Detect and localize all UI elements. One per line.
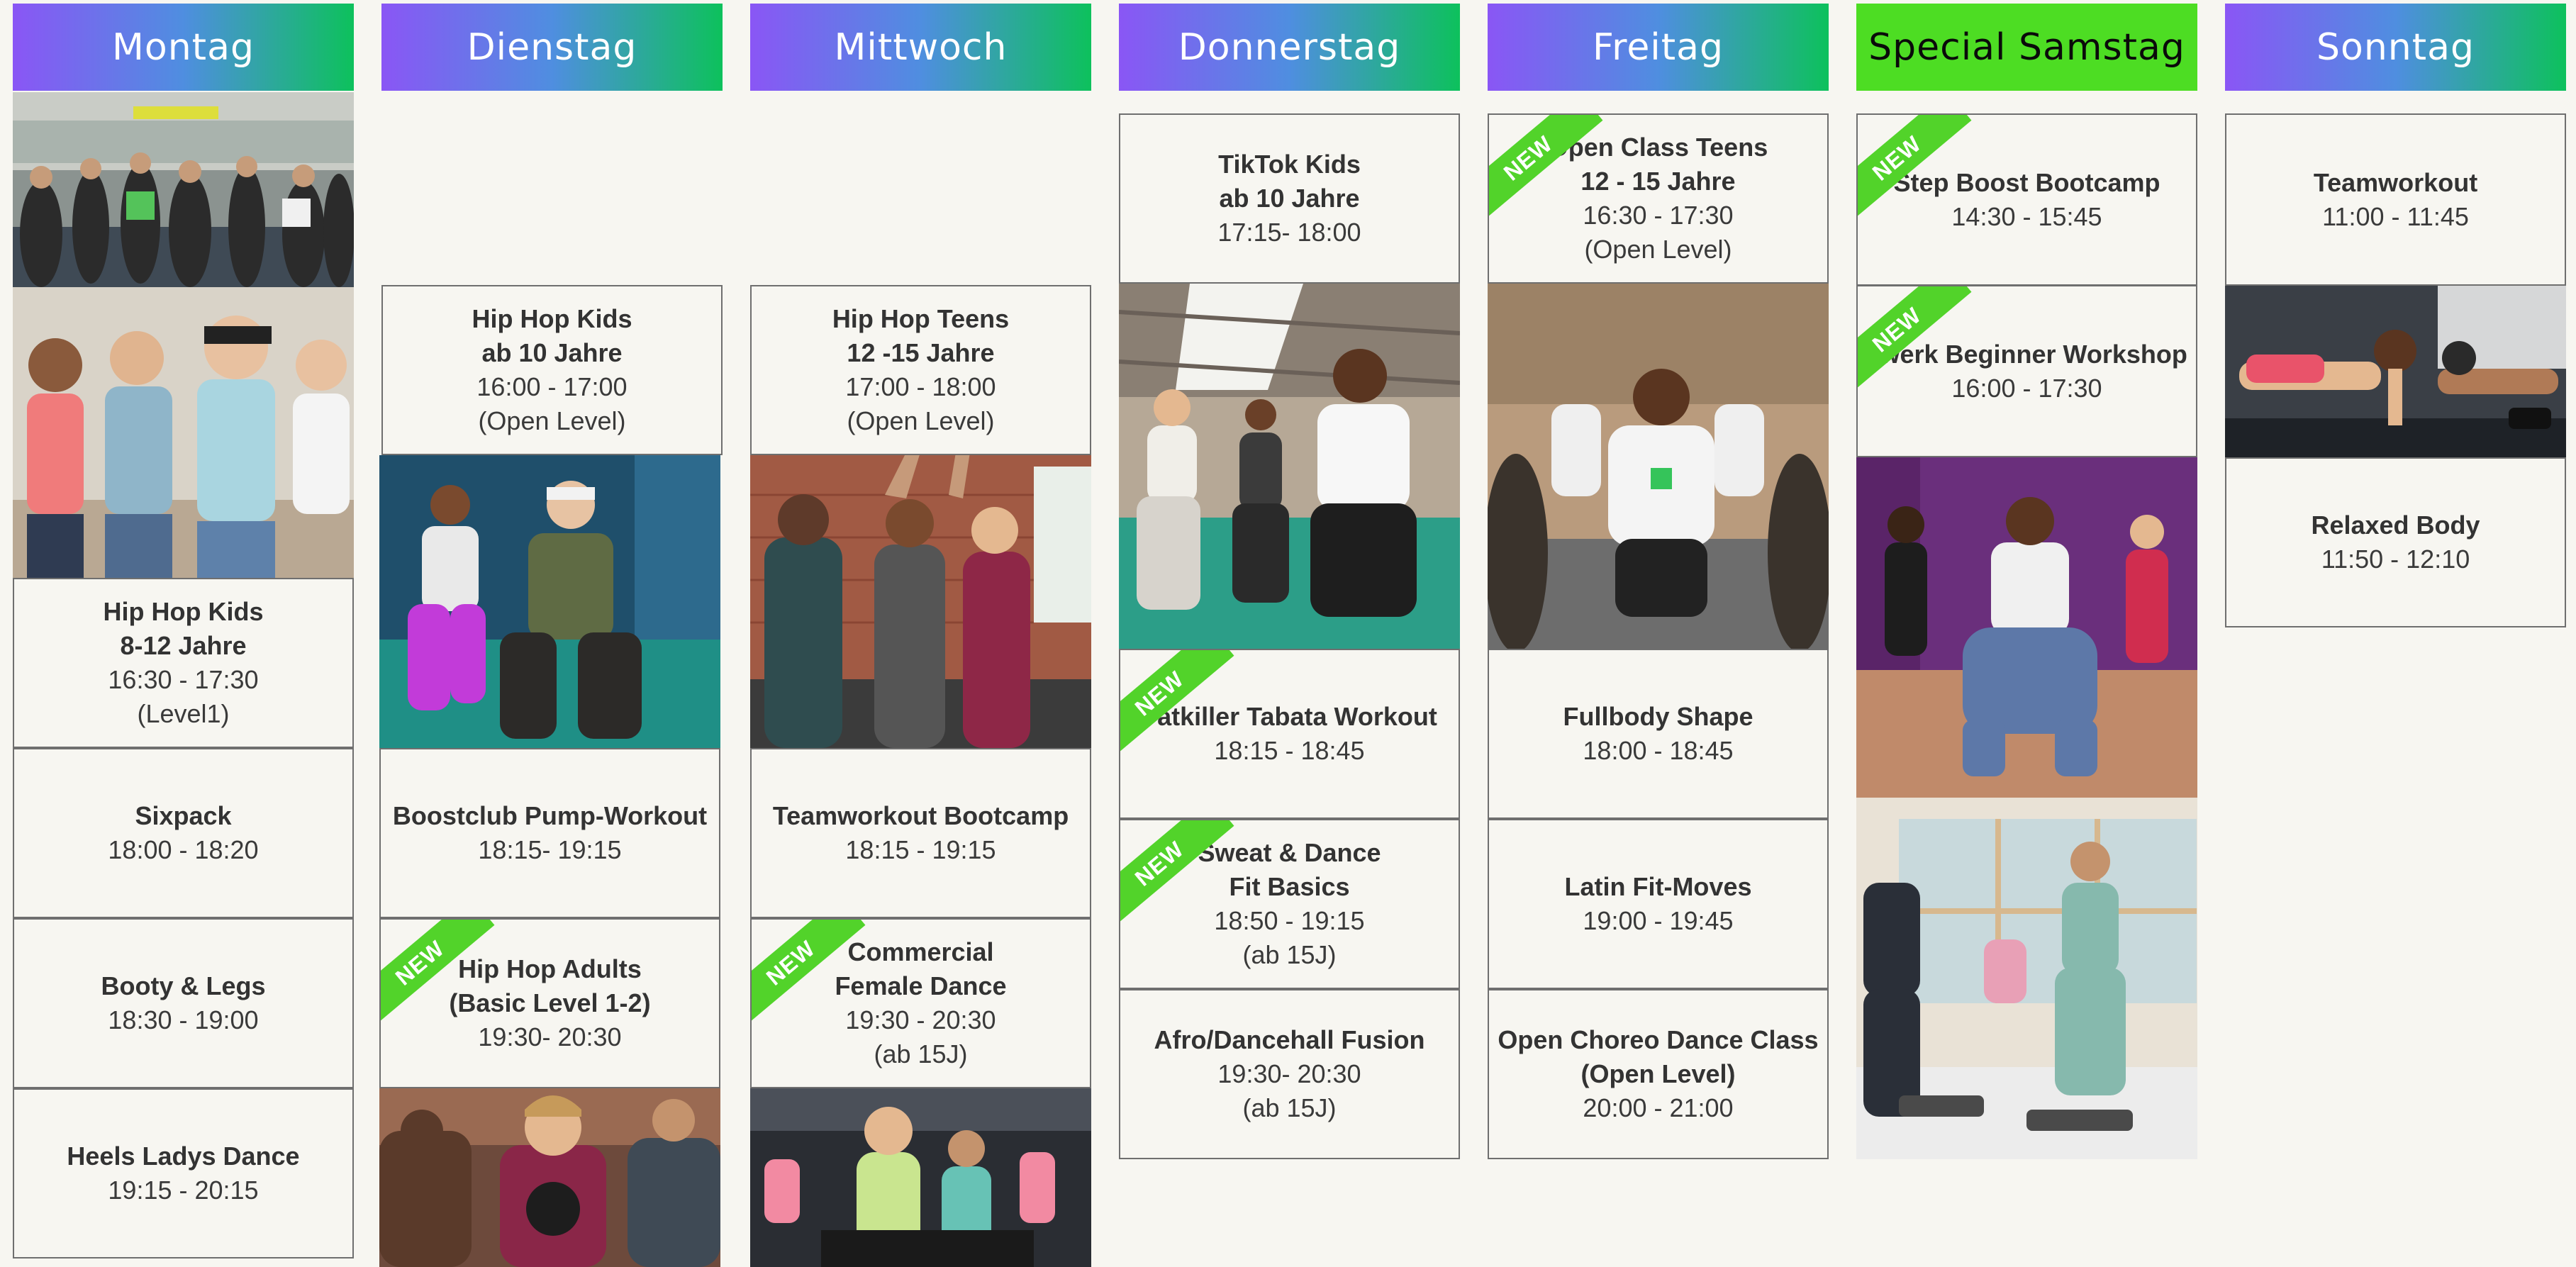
kids-photo [13,287,354,578]
class-card[interactable]: Booty & Legs 18:30 - 19:00 [13,918,354,1088]
class-time: 19:15 - 20:15 [108,1176,259,1205]
new-badge: NEW [1489,115,1622,248]
class-level: (ab 15J) [1242,940,1337,969]
class-card[interactable]: Hip Hop Teens 12 -15 Jahre 17:00 - 18:00… [750,285,1091,455]
class-time: 11:00 - 11:45 [2322,201,2469,231]
class-name: Hip Hop Kids [472,304,632,333]
class-card[interactable]: TikTok Kids ab 10 Jahre 17:15- 18:00 [1119,113,1460,284]
class-level: (ab 15J) [1242,1093,1337,1122]
class-name: Hip Hop Kids [103,597,264,626]
class-level: (ab 15J) [874,1039,968,1068]
day-header-tuesday: Dienstag [381,4,723,91]
class-card[interactable]: Latin Fit-Moves 19:00 - 19:45 [1488,819,1829,989]
class-card[interactable]: NEW Fatkiller Tabata Workout 18:15 - 18:… [1119,649,1460,819]
class-name: Booty & Legs [101,971,266,1000]
class-detail: (Open Level) [1580,1059,1736,1088]
step-workout-photo [1856,798,2197,1159]
class-level: (Open Level) [847,406,995,435]
class-detail: 8-12 Jahre [120,631,247,660]
dance-class-photo [13,92,354,287]
class-time: 20:00 - 21:00 [1583,1093,1734,1122]
class-card[interactable]: NEW Open Class Teens 12 - 15 Jahre 16:30… [1488,113,1829,284]
day-header-saturday: Special Samstag [1856,4,2197,91]
new-badge: NEW [1120,650,1254,783]
class-name: Hip Hop Teens [832,304,1010,333]
kettlebell-photo [379,1088,720,1267]
class-time: 16:30 - 17:30 [108,665,259,694]
day-header-sunday: Sonntag [2225,4,2566,91]
class-name: Fullbody Shape [1563,702,1753,731]
class-time: 18:00 - 18:20 [108,835,259,864]
class-name: Boostclub Pump-Workout [392,801,708,830]
class-time: 19:30- 20:30 [1217,1059,1361,1088]
class-card[interactable]: NEW Commercial Female Dance 19:30 - 20:3… [750,918,1091,1088]
day-header-friday: Freitag [1488,4,1829,91]
class-detail: ab 10 Jahre [481,338,623,367]
class-name: Sixpack [135,801,232,830]
class-card[interactable]: Relaxed Body 11:50 - 12:10 [2225,457,2566,627]
class-card[interactable]: Teamworkout Bootcamp 18:15 - 19:15 [750,748,1091,918]
class-card[interactable]: Heels Ladys Dance 19:15 - 20:15 [13,1088,354,1258]
class-time: 11:50 - 12:10 [2321,545,2470,574]
class-name: Latin Fit-Moves [1564,872,1752,901]
class-time: 18:15- 19:15 [478,835,622,864]
class-name: TikTok Kids [1218,150,1361,179]
class-card[interactable]: NEW Hip Hop Adults (Basic Level 1-2) 19:… [379,918,720,1088]
class-detail: ab 10 Jahre [1219,184,1360,213]
new-badge: NEW [752,920,885,1053]
class-time: 18:15 - 19:15 [845,835,996,864]
class-name: Teamworkout Bootcamp [772,801,1069,830]
class-name: Afro/Dancehall Fusion [1154,1025,1425,1054]
class-detail: 12 -15 Jahre [847,338,995,367]
class-time: 16:00 - 17:00 [476,372,628,401]
class-card[interactable]: NEW Twerk Beginner Workshop 16:00 - 17:3… [1856,285,2197,457]
class-card[interactable]: Fullbody Shape 18:00 - 18:45 [1488,649,1829,819]
new-badge: NEW [1120,820,1254,954]
class-name: Heels Ladys Dance [67,1142,300,1171]
class-time: 17:00 - 18:00 [845,372,996,401]
high-five-photo [750,452,1091,748]
day-header-monday: Montag [13,4,354,91]
class-card[interactable]: Teamworkout 11:00 - 11:45 [2225,113,2566,286]
class-time: 17:15- 18:00 [1217,218,1361,247]
street-dance-photo [1119,284,1460,649]
day-header-wednesday: Mittwoch [750,4,1091,91]
class-card[interactable]: Open Choreo Dance Class (Open Level) 20:… [1488,989,1829,1159]
class-level: (Open Level) [478,406,626,435]
pushup-photo [2225,284,2566,457]
twerk-workshop-photo [1856,457,2197,798]
class-card[interactable]: NEW Step Boost Bootcamp 14:30 - 15:45 [1856,113,2197,286]
class-name: Relaxed Body [2311,510,2480,540]
new-badge: NEW [1858,286,1991,420]
class-time: 18:00 - 18:45 [1583,736,1734,765]
class-card[interactable]: Boostclub Pump-Workout 18:15- 19:15 [379,748,720,918]
day-header-thursday: Donnerstag [1119,4,1460,91]
class-name: Open Choreo Dance Class [1498,1025,1819,1054]
class-name: Teamworkout [2313,167,2478,197]
hip-hop-pair-photo [379,455,720,748]
class-card[interactable]: Sixpack 18:00 - 18:20 [13,748,354,918]
group-workout-photo [750,1088,1091,1267]
dance-circle-photo [1488,284,1829,649]
class-time: 19:00 - 19:45 [1583,906,1734,935]
new-badge: NEW [1858,115,1991,248]
class-card[interactable]: NEW Sweat & Dance Fit Basics 18:50 - 19:… [1119,819,1460,989]
class-card[interactable]: Hip Hop Kids 8-12 Jahre 16:30 - 17:30 (L… [13,578,354,748]
new-badge: NEW [381,920,514,1053]
class-level: (Level1) [137,699,230,728]
class-card[interactable]: Hip Hop Kids ab 10 Jahre 16:00 - 17:00 (… [381,285,723,455]
class-card[interactable]: Afro/Dancehall Fusion 19:30- 20:30 (ab 1… [1119,989,1460,1159]
class-time: 18:30 - 19:00 [108,1005,259,1034]
